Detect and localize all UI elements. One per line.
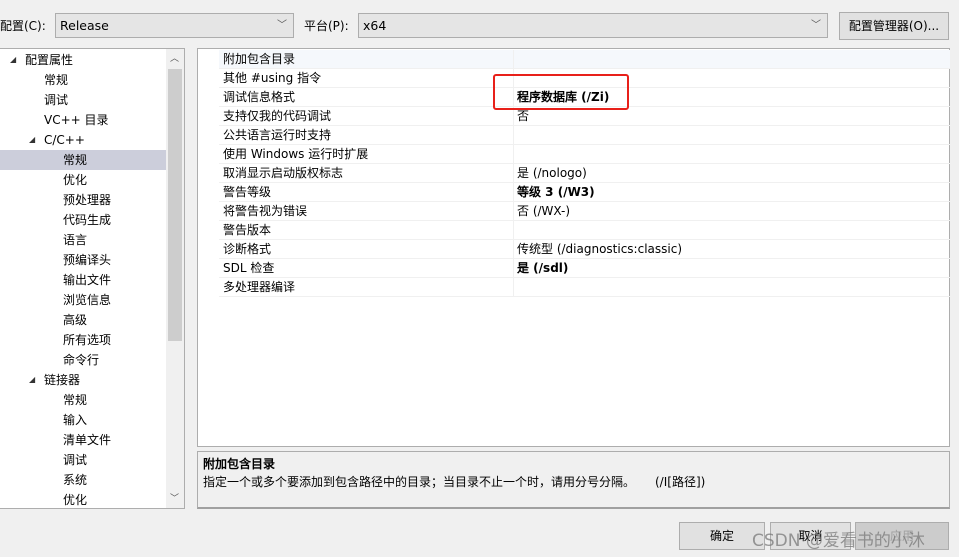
watermark: CSDN @爱看书的小沐 xyxy=(752,531,925,551)
platform-value: x64 xyxy=(363,18,387,33)
property-row[interactable]: SDL 检查 是 (/sdl) xyxy=(219,259,950,278)
property-name: SDL 检查 xyxy=(223,261,275,275)
tree-item-label: 系统 xyxy=(63,473,88,487)
tree-item[interactable]: 系统 xyxy=(0,470,166,490)
property-name: 将警告视为错误 xyxy=(223,204,308,218)
property-row[interactable]: 多处理器编译 xyxy=(219,278,950,297)
tree-item[interactable]: 清单文件 xyxy=(0,430,166,450)
tree-item[interactable]: 输入 xyxy=(0,410,166,430)
scroll-down-icon[interactable]: ﹀ xyxy=(170,491,179,504)
scroll-up-icon[interactable]: ︿ xyxy=(170,51,179,64)
tree-item-label: VC++ 目录 xyxy=(44,113,109,127)
tree-item-label: C/C++ xyxy=(44,133,85,147)
property-name: 其他 #using 指令 xyxy=(223,71,322,85)
tree-item-label: 调试 xyxy=(44,93,69,107)
property-value[interactable]: 是 (/nologo) xyxy=(517,164,587,183)
property-name: 警告等级 xyxy=(223,185,272,199)
tree-item-label: 优化 xyxy=(63,493,88,507)
property-tree[interactable]: ◢ 配置属性 常规 调试 VC++ 目录 ◢ C/C++ 常规 优化 预处理器 代码生成 语言 预编译头… xyxy=(0,48,185,509)
description-text: 指定一个或多个要添加到包含路径中的目录；当目录不止一个时，请用分号分隔。 xyxy=(203,475,636,489)
property-row[interactable]: 警告等级 等级 3 (/W3) xyxy=(219,183,950,202)
property-name: 取消显示启动版权标志 xyxy=(223,166,344,180)
expand-arrow-icon[interactable]: ◢ xyxy=(10,50,16,70)
tree-item-label: 所有选项 xyxy=(63,333,112,347)
tree-item-label: 代码生成 xyxy=(63,213,112,227)
property-name: 诊断格式 xyxy=(223,242,272,256)
tree-item-label: 预编译头 xyxy=(63,253,112,267)
tree-item-label: 输出文件 xyxy=(63,273,112,287)
tree-item[interactable]: ◢ 配置属性 xyxy=(0,50,166,70)
tree-item[interactable]: 输出文件 xyxy=(0,270,166,290)
property-row[interactable]: 公共语言运行时支持 xyxy=(219,126,950,145)
tree-item-label: 链接器 xyxy=(44,373,81,387)
tree-item-label: 清单文件 xyxy=(63,433,112,447)
scrollbar-thumb[interactable] xyxy=(168,69,182,341)
property-row[interactable]: 使用 Windows 运行时扩展 xyxy=(219,145,950,164)
chevron-down-icon: ﹀ xyxy=(811,20,821,31)
property-name: 多处理器编译 xyxy=(223,280,296,294)
property-row[interactable]: 警告版本 xyxy=(219,221,950,240)
tree-item[interactable]: 命令行 xyxy=(0,350,166,370)
tree-item[interactable]: 高级 xyxy=(0,310,166,330)
tree-item-label: 常规 xyxy=(63,153,88,167)
chevron-down-icon: ﹀ xyxy=(277,20,287,31)
tree-item-label: 调试 xyxy=(63,453,88,467)
config-value: Release xyxy=(60,18,109,33)
description-title: 附加包含目录 xyxy=(203,457,276,471)
property-row[interactable]: 诊断格式 传统型 (/diagnostics:classic) xyxy=(219,240,950,259)
tree-item[interactable]: VC++ 目录 xyxy=(0,110,166,130)
property-row[interactable]: 取消显示启动版权标志 是 (/nologo) xyxy=(219,164,950,183)
property-name: 公共语言运行时支持 xyxy=(223,128,332,142)
expand-arrow-icon[interactable]: ◢ xyxy=(29,370,35,390)
tree-item[interactable]: 语言 xyxy=(0,230,166,250)
platform-dropdown[interactable]: x64 ﹀ xyxy=(358,13,828,38)
description-panel: 附加包含目录 指定一个或多个要添加到包含路径中的目录；当目录不止一个时，请用分号… xyxy=(197,451,950,509)
tree-item-label: 输入 xyxy=(63,413,88,427)
tree-item[interactable]: 优化 xyxy=(0,490,166,508)
tree-item-label: 命令行 xyxy=(63,353,100,367)
platform-label: 平台(P): xyxy=(304,19,349,33)
property-name: 附加包含目录 xyxy=(223,52,296,66)
tree-item-label: 优化 xyxy=(63,173,88,187)
tree-item[interactable]: 预编译头 xyxy=(0,250,166,270)
tree-item[interactable]: 常规 xyxy=(0,390,166,410)
property-value[interactable]: 是 (/sdl) xyxy=(517,259,568,278)
tree-item-label: 语言 xyxy=(63,233,88,247)
tree-item[interactable]: 调试 xyxy=(0,450,166,470)
tree-item[interactable]: 优化 xyxy=(0,170,166,190)
tree-item-label: 预处理器 xyxy=(63,193,112,207)
config-manager-button[interactable]: 配置管理器(O)... xyxy=(839,12,949,40)
tree-item[interactable]: 常规 xyxy=(0,70,166,90)
tree-item[interactable]: ◢ C/C++ xyxy=(0,130,166,150)
description-switch: (/I[路径]) xyxy=(655,475,706,489)
property-value[interactable]: 否 (/WX-) xyxy=(517,202,570,221)
tree-item[interactable]: 调试 xyxy=(0,90,166,110)
property-value[interactable]: 等级 3 (/W3) xyxy=(517,183,595,202)
property-row[interactable]: 将警告视为错误 否 (/WX-) xyxy=(219,202,950,221)
expand-arrow-icon[interactable]: ◢ xyxy=(29,130,35,150)
property-name: 调试信息格式 xyxy=(223,90,296,104)
property-name: 警告版本 xyxy=(223,223,272,237)
property-name: 使用 Windows 运行时扩展 xyxy=(223,147,369,161)
config-dropdown[interactable]: Release ﹀ xyxy=(55,13,294,38)
property-name: 支持仅我的代码调试 xyxy=(223,109,332,123)
tree-item-label: 常规 xyxy=(44,73,69,87)
property-value[interactable]: 传统型 (/diagnostics:classic) xyxy=(517,240,682,259)
tree-item-label: 常规 xyxy=(63,393,88,407)
tree-item[interactable]: ◢ 链接器 xyxy=(0,370,166,390)
tree-item-label: 高级 xyxy=(63,313,88,327)
tree-item[interactable]: 常规 xyxy=(0,150,166,170)
tree-item-label: 浏览信息 xyxy=(63,293,112,307)
tree-item[interactable]: 所有选项 xyxy=(0,330,166,350)
tree-item[interactable]: 浏览信息 xyxy=(0,290,166,310)
tree-item-label: 配置属性 xyxy=(25,53,74,67)
tree-item[interactable]: 预处理器 xyxy=(0,190,166,210)
tree-item[interactable]: 代码生成 xyxy=(0,210,166,230)
property-row[interactable]: 附加包含目录 xyxy=(219,50,950,69)
highlight-box xyxy=(493,74,629,110)
config-label: 配置(C): xyxy=(0,19,46,33)
